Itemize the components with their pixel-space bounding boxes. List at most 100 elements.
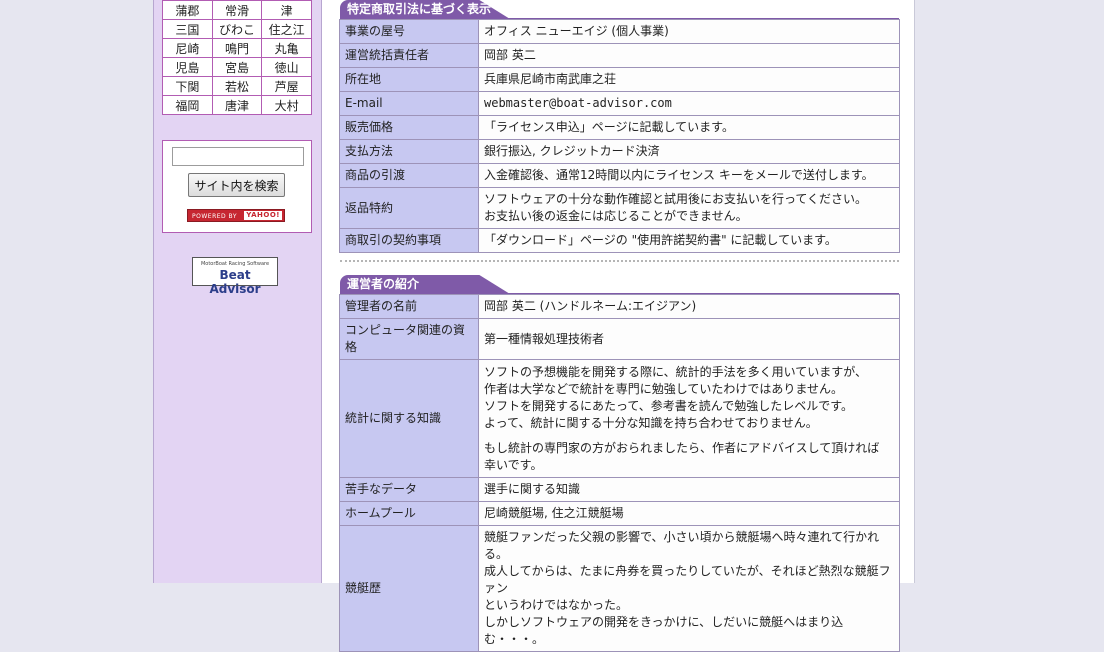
site-search-button[interactable]: サイト内を検索 — [188, 173, 285, 197]
row-value: 銀行振込, クレジットカード決済 — [478, 139, 900, 164]
table-row: 販売価格 「ライセンス申込」ページに記載しています。 — [339, 115, 900, 140]
table-row: コンピュータ関連の資格 第一種情報処理技術者 — [339, 318, 900, 360]
venue-link[interactable]: びわこ — [211, 19, 263, 39]
table-row: 苦手なデータ 選手に関する知識 — [339, 477, 900, 502]
row-label: 販売価格 — [339, 115, 479, 140]
table-row: 運営統括責任者 岡部 英二 — [339, 43, 900, 68]
row-label: 事業の屋号 — [339, 19, 479, 44]
venue-link[interactable]: 下関 — [162, 76, 213, 96]
row-label: 運営統括責任者 — [339, 43, 479, 68]
table-row: 返品特約 ソフトウェアの十分な動作確認と試用後にお支払いを行ってください。 お支払い… — [339, 187, 900, 229]
row-value: 岡部 英二 — [478, 43, 900, 68]
beat-advisor-logo[interactable]: MotorBoat Racing Software Beat Advisor — [192, 257, 278, 296]
venue-row: 児島 宮島 徳山 — [162, 57, 312, 77]
table-row: 支払方法 銀行振込, クレジットカード決済 — [339, 139, 900, 164]
table-row: 事業の屋号 オフィス ニューエイジ (個人事業) — [339, 19, 900, 44]
powered-by-yahoo-badge[interactable]: POWERED BY YAHOO! — [187, 209, 285, 222]
logo-name: Beat Advisor — [209, 268, 261, 296]
row-value: ソフトの予想機能を開発する際に、統計的手法を多く用いていますが、 作者は大学などで… — [478, 359, 900, 478]
email-value: webmaster@boat-advisor.com — [478, 91, 900, 116]
row-value: ソフトウェアの十分な動作確認と試用後にお支払いを行ってください。 お支払い後の返金… — [478, 187, 900, 229]
operator-profile-table: 管理者の名前 岡部 英二 (ハンドルネーム:エイジアン) コンピュータ関連の資格 第一… — [339, 294, 900, 652]
venue-grid: 蒲郡 常滑津三国 びわこ 住之江 尼崎 鳴門 丸亀 児島 宮島 徳山 下関 若松 芦屋 福岡 唐津 大村 — [162, 0, 312, 115]
row-label: コンピュータ関連の資格 — [339, 318, 479, 360]
venue-link[interactable]: 常滑 — [211, 0, 263, 20]
row-value: 尼崎競艇場, 住之江競艇場 — [478, 501, 900, 526]
row-value: 「ダウンロード」ページの "使用許諾契約書" に記載しています。 — [478, 228, 900, 253]
venue-link[interactable]: 津 — [261, 0, 312, 20]
row-label: 統計に関する知識 — [339, 359, 479, 478]
row-label: 返品特約 — [339, 187, 479, 229]
value-line: 成人してからは、たまに舟券を買ったりしていたが、それほど熱烈な競艇ファン — [484, 564, 891, 595]
row-label: 所在地 — [339, 67, 479, 92]
row-value: 岡部 英二 (ハンドルネーム:エイジアン) — [478, 294, 900, 319]
section-header-operator: 運営者の紹介 — [340, 275, 510, 294]
venue-link[interactable]: 丸亀 — [261, 38, 312, 58]
table-row: 管理者の名前 岡部 英二 (ハンドルネーム:エイジアン) — [339, 294, 900, 319]
venue-link[interactable]: 鳴門 — [211, 38, 263, 58]
value-line: 作者は大学などで統計を専門に勉強していたわけではありません。 — [484, 381, 844, 396]
venue-link[interactable]: 芦屋 — [261, 76, 312, 96]
row-value: 入金確認後、通常12時間以内にライセンス キーをメールで送付します。 — [478, 163, 900, 188]
venue-link[interactable]: 徳山 — [261, 57, 312, 77]
value-line: お支払い後の返金には応じることができません。 — [484, 209, 748, 223]
main-content: 特定商取引法に基づく表示 事業の屋号 オフィス ニューエイジ (個人事業) 運営統括… — [322, 0, 915, 652]
venue-link[interactable]: 住之江 — [261, 19, 312, 39]
value-line: しかしソフトウェアの開発をきっかけに、しだいに競艇へはまり込む・・・。 — [484, 615, 844, 646]
row-value: 第一種情報処理技術者 — [478, 318, 900, 360]
value-line: もし統計の専門家の方がおられましたら、作者にアドバイスして頂ければ — [484, 440, 880, 455]
row-label: 商品の引渡 — [339, 163, 479, 188]
commerce-law-table: 事業の屋号 オフィス ニューエイジ (個人事業) 運営統括責任者 岡部 英二 所在地 兵庫… — [339, 19, 900, 253]
venue-link[interactable]: 福岡 — [162, 95, 213, 115]
value-line: よって、統計に関する十分な知識を持ち合わせておりません。 — [484, 415, 818, 430]
row-label: E-mail — [339, 91, 479, 116]
row-value: オフィス ニューエイジ (個人事業) — [478, 19, 900, 44]
venue-link[interactable]: 蒲郡 — [162, 0, 213, 20]
venue-link[interactable]: 若松 — [211, 76, 263, 96]
table-row: 統計に関する知識 ソフトの予想機能を開発する際に、統計的手法を多く用いていますが、… — [339, 359, 900, 478]
venue-link[interactable]: 三国 — [162, 19, 213, 39]
row-label: 商取引の契約事項 — [339, 228, 479, 253]
section-header-commerce-law: 特定商取引法に基づく表示 — [340, 0, 510, 19]
table-row: 所在地 兵庫県尼崎市南武庫之荘 — [339, 67, 900, 92]
row-value: 「ライセンス申込」ページに記載しています。 — [478, 115, 900, 140]
section-divider — [340, 260, 899, 262]
venue-row: 蒲郡 常滑津 — [162, 0, 312, 20]
venue-row: 尼崎 鳴門 丸亀 — [162, 38, 312, 58]
row-label: 支払方法 — [339, 139, 479, 164]
value-line: ソフトを開発するにあたって、参考書を読んで勉強したレベルです。 — [484, 398, 854, 413]
table-row: 商品の引渡 入金確認後、通常12時間以内にライセンス キーをメールで送付します。 — [339, 163, 900, 188]
yahoo-logo: YAHOO! — [244, 211, 282, 220]
sidebar: 蒲郡 常滑津三国 びわこ 住之江 尼崎 鳴門 丸亀 児島 宮島 徳山 下関 若松 芦屋 福岡 唐津 大村 サイ… — [153, 0, 322, 583]
venue-row: 下関 若松 芦屋 — [162, 76, 312, 96]
value-line: 競艇ファンだった父親の影響で、小さい頃から競艇場へ時々連れて行かれる。 — [484, 530, 880, 561]
venue-row: 福岡 唐津 大村 — [162, 95, 312, 115]
logo-subtitle: MotorBoat Racing Software — [200, 261, 270, 267]
row-label: 競艇歴 — [339, 525, 479, 652]
row-value: 兵庫県尼崎市南武庫之荘 — [478, 67, 900, 92]
venue-link[interactable]: 宮島 — [211, 57, 263, 77]
table-row: ホームプール 尼崎競艇場, 住之江競艇場 — [339, 501, 900, 526]
venue-link[interactable]: 大村 — [261, 95, 312, 115]
table-row: E-mail webmaster@boat-advisor.com — [339, 91, 900, 116]
row-label: 苦手なデータ — [339, 477, 479, 502]
venue-row: 三国 びわこ 住之江 — [162, 19, 312, 39]
venue-link[interactable]: 尼崎 — [162, 38, 213, 58]
row-label: ホームプール — [339, 501, 479, 526]
row-value: 選手に関する知識 — [478, 477, 900, 502]
row-value: 競艇ファンだった父親の影響で、小さい頃から競艇場へ時々連れて行かれる。 成人してか… — [478, 525, 900, 652]
search-input[interactable] — [172, 147, 304, 166]
table-row: 商取引の契約事項 「ダウンロード」ページの "使用許諾契約書" に記載しています。 — [339, 228, 900, 253]
value-line: 幸いです。 — [484, 457, 543, 472]
venue-link[interactable]: 唐津 — [211, 95, 263, 115]
powered-by-label: POWERED BY — [192, 213, 238, 220]
value-line: というわけではなかった。 — [484, 598, 629, 612]
value-line: ソフトウェアの十分な動作確認と試用後にお支払いを行ってください。 — [484, 192, 868, 206]
row-label: 管理者の名前 — [339, 294, 479, 319]
site-search-box: サイト内を検索 POWERED BY YAHOO! — [162, 140, 312, 233]
venue-link[interactable]: 児島 — [162, 57, 213, 77]
value-paragraph: もし統計の専門家の方がおられましたら、作者にアドバイスして頂ければ 幸いです。 — [484, 440, 894, 474]
value-line: ソフトの予想機能を開発する際に、統計的手法を多く用いていますが、 — [484, 364, 868, 379]
table-row: 競艇歴 競艇ファンだった父親の影響で、小さい頃から競艇場へ時々連れて行かれる。 成人… — [339, 525, 900, 652]
value-paragraph: ソフトの予想機能を開発する際に、統計的手法を多く用いていますが、 作者は大学などで… — [484, 364, 894, 432]
